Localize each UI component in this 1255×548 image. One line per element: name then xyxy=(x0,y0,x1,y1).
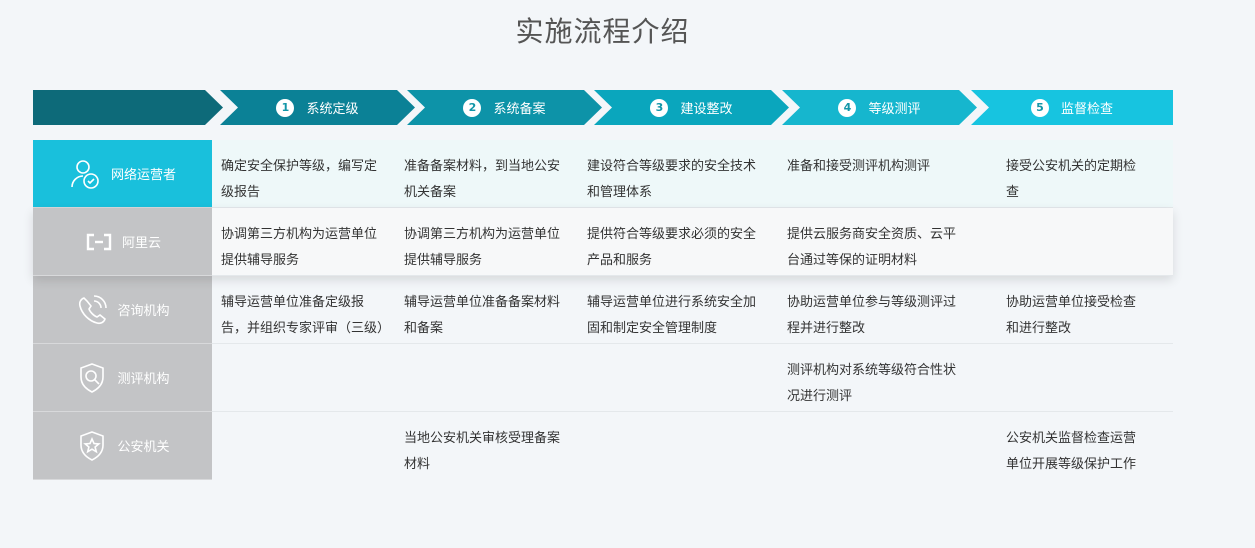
step-label: 监督检查 xyxy=(1060,102,1113,117)
cell: 准备和接受测评机构测评 xyxy=(787,159,931,174)
page-title: 实施流程介绍 xyxy=(515,15,690,48)
step-2[interactable]: 2 系统备案 xyxy=(407,90,602,125)
steps-header-spacer xyxy=(33,90,223,125)
step-number: 1 xyxy=(276,98,295,117)
row-cells: 协调第三方机构为运营单位提供辅导服务 协调第三方机构为运营单位提供辅导服务 提供… xyxy=(212,208,1173,276)
cell: 建设符合等级要求的安全技术和管理体系 xyxy=(587,159,757,200)
cell: 提供符合等级要求必须的安全产品和服务 xyxy=(587,227,757,268)
table-row: 阿里云 协调第三方机构为运营单位提供辅导服务 协调第三方机构为运营单位提供辅导服… xyxy=(33,208,1173,276)
user-shield-icon xyxy=(69,157,103,191)
cell: 协助运营单位参与等级测评过程并进行整改 xyxy=(787,295,957,336)
process-steps: 1 系统定级 2 系统备案 3 建设整改 4 等级测评 5 监督检查 xyxy=(33,90,1173,125)
step-label: 系统定级 xyxy=(306,102,359,117)
row-cells: 当地公安机关审核受理备案材料 公安机关监督检查运营单位开展等级保护工作 xyxy=(212,412,1173,480)
step-3[interactable]: 3 建设整改 xyxy=(594,90,789,125)
row-cells: 辅导运营单位准备定级报告，并组织专家评审（三级） 辅导运营单位准备备案材料和备案… xyxy=(212,276,1173,344)
cell: 协助运营单位接受检查和进行整改 xyxy=(1006,295,1137,336)
role-aliyun[interactable]: 阿里云 xyxy=(33,208,212,276)
role-police[interactable]: 公安机关 xyxy=(33,412,212,480)
role-label: 测评机构 xyxy=(117,372,170,387)
role-label: 公安机关 xyxy=(117,440,170,455)
step-label: 等级测评 xyxy=(868,102,921,117)
table-row: 公安机关 当地公安机关审核受理备案材料 公安机关监督检查运营单位开展等级保护工作 xyxy=(33,412,1173,480)
table-row: 测评机构 测评机构对系统等级符合性状况进行测评 xyxy=(33,344,1173,412)
cell: 辅导运营单位准备定级报告，并组织专家评审（三级） xyxy=(221,295,391,336)
step-number: 3 xyxy=(650,98,669,117)
cell: 确定安全保护等级，编写定级报告 xyxy=(221,159,378,200)
step-4[interactable]: 4 等级测评 xyxy=(782,90,977,125)
step-number: 2 xyxy=(463,98,482,117)
step-label: 系统备案 xyxy=(493,102,546,117)
cell: 辅导运营单位准备备案材料和备案 xyxy=(404,295,561,336)
cell: 辅导运营单位进行系统安全加固和制定安全管理制度 xyxy=(587,295,757,336)
cell: 协调第三方机构为运营单位提供辅导服务 xyxy=(221,227,378,268)
cell: 当地公安机关审核受理备案材料 xyxy=(404,431,561,472)
role-assessment[interactable]: 测评机构 xyxy=(33,344,212,412)
cell: 公安机关监督检查运营单位开展等级保护工作 xyxy=(1006,431,1137,472)
consult-phone-icon xyxy=(75,293,109,327)
cell: 协调第三方机构为运营单位提供辅导服务 xyxy=(404,227,561,268)
row-cells: 确定安全保护等级，编写定级报告 准备备案材料，到当地公安机关备案 建设符合等级要… xyxy=(212,140,1173,208)
role-label: 咨询机构 xyxy=(117,304,170,319)
cell: 准备备案材料，到当地公安机关备案 xyxy=(404,159,561,200)
step-1[interactable]: 1 系统定级 xyxy=(220,90,415,125)
star-shield-icon xyxy=(75,429,109,463)
step-number: 5 xyxy=(1030,98,1049,117)
search-shield-icon xyxy=(75,361,109,395)
aliyun-logo-icon xyxy=(84,232,114,252)
cell: 提供云服务商安全资质、云平台通过等保的证明材料 xyxy=(787,227,957,268)
table-row: 咨询机构 辅导运营单位准备定级报告，并组织专家评审（三级） 辅导运营单位准备备案… xyxy=(33,276,1173,344)
step-number: 4 xyxy=(838,98,857,117)
cell: 接受公安机关的定期检查 xyxy=(1006,159,1137,200)
table-row: 网络运营者 确定安全保护等级，编写定级报告 准备备案材料，到当地公安机关备案 建… xyxy=(33,140,1173,208)
role-label: 网络运营者 xyxy=(110,168,176,183)
row-cells: 测评机构对系统等级符合性状况进行测评 xyxy=(212,344,1173,412)
responsibility-grid: 网络运营者 确定安全保护等级，编写定级报告 准备备案材料，到当地公安机关备案 建… xyxy=(33,140,1173,480)
role-label: 阿里云 xyxy=(121,236,161,251)
role-network-operator[interactable]: 网络运营者 xyxy=(33,140,212,208)
role-consulting[interactable]: 咨询机构 xyxy=(33,276,212,344)
cell: 测评机构对系统等级符合性状况进行测评 xyxy=(787,363,957,404)
step-label: 建设整改 xyxy=(680,102,733,117)
step-5[interactable]: 5 监督检查 xyxy=(971,90,1173,125)
